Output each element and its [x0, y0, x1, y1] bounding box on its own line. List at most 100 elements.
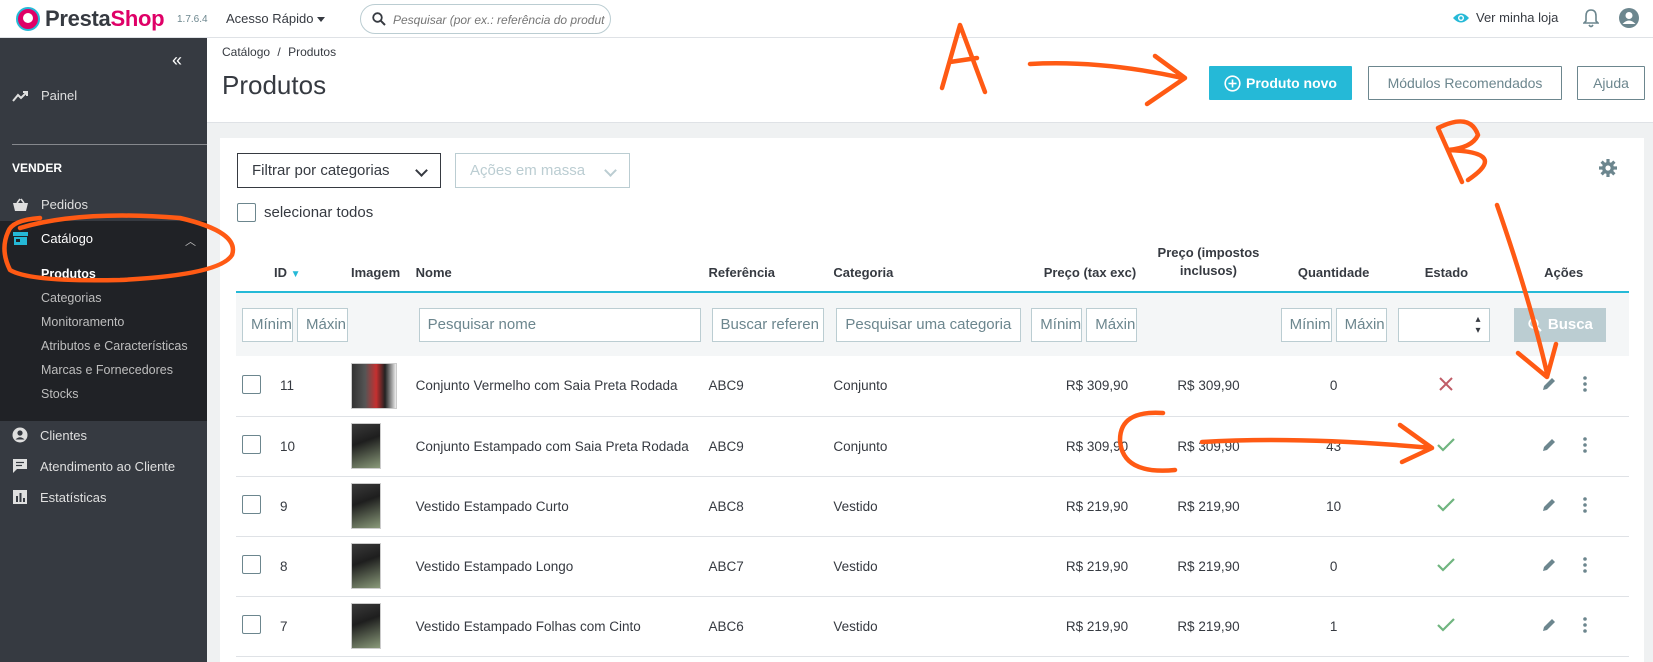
more-vertical-icon[interactable]	[1582, 376, 1587, 393]
row-status[interactable]	[1394, 356, 1499, 417]
search-name-input[interactable]: Pesquisar nome	[418, 307, 701, 342]
product-thumbnail[interactable]	[351, 603, 381, 649]
row-quantity[interactable]: 43	[1272, 416, 1395, 477]
sidebar-item-atendimento[interactable]: Atendimento ao Cliente	[12, 458, 175, 474]
check-icon[interactable]	[1436, 497, 1456, 513]
recommended-modules-button[interactable]: Módulos Recomendados	[1368, 66, 1562, 100]
chevron-up-icon[interactable]: ︿	[185, 233, 196, 249]
row-price-inc[interactable]: R$ 219,90	[1144, 536, 1273, 597]
row-product-name[interactable]: Vestido Estampado Longo	[415, 536, 709, 597]
row-product-name[interactable]: Conjunto Vermelho com Saia Preta Rodada	[415, 356, 709, 417]
check-icon[interactable]	[1436, 557, 1456, 573]
row-checkbox[interactable]	[242, 374, 261, 394]
row-status[interactable]	[1394, 416, 1499, 477]
search-reference-input[interactable]: Buscar referen	[711, 307, 824, 342]
search-button[interactable]: Busca	[1514, 307, 1607, 342]
row-checkbox[interactable]	[242, 435, 261, 454]
row-price-exc[interactable]: R$ 219,90	[1028, 476, 1145, 537]
account-icon[interactable]	[1618, 7, 1640, 29]
breadcrumb-catalogo[interactable]: Catálogo	[222, 45, 270, 59]
row-product-name[interactable]: Vestido Estampado Folhas com Cinto	[415, 596, 709, 657]
quick-access-dropdown[interactable]: Acesso Rápido	[226, 11, 326, 26]
status-select[interactable]: ▴ ▾	[1397, 307, 1490, 342]
close-icon[interactable]	[1438, 376, 1454, 392]
row-price-exc[interactable]: R$ 219,90	[1028, 596, 1145, 657]
gear-icon[interactable]	[1598, 158, 1618, 178]
sidebar-subitem-marcas[interactable]: Marcas e Fornecedores	[41, 363, 173, 377]
table-row[interactable]: 8 Vestido Estampado Longo ABC7 Vestido R$ 21…	[236, 536, 1629, 597]
product-thumbnail[interactable]	[351, 483, 381, 529]
sidebar-subitem-produtos[interactable]: Produtos	[41, 267, 96, 281]
table-row[interactable]: 10 Conjunto Estampado com Saia Preta Roda…	[236, 416, 1629, 477]
col-price-tax-exc[interactable]: Preço (tax exc)	[1028, 234, 1145, 293]
row-checkbox[interactable]	[242, 555, 261, 574]
more-vertical-icon[interactable]	[1582, 556, 1587, 573]
row-checkbox[interactable]	[242, 495, 261, 514]
sidebar-subitem-atributos[interactable]: Atributos e Características	[41, 339, 188, 353]
sidebar-subitem-categorias[interactable]: Categorias	[41, 291, 101, 305]
more-vertical-icon[interactable]	[1582, 436, 1587, 453]
search-category-input[interactable]: Pesquisar uma categoria	[836, 307, 1022, 342]
table-row[interactable]: 11 Conjunto Vermelho com Saia Preta Rodad…	[236, 356, 1629, 417]
filter-categories-dropdown[interactable]: Filtrar por categorias	[237, 153, 441, 188]
row-product-name[interactable]: Vestido Estampado Curto	[415, 476, 709, 537]
edit-pencil-icon[interactable]	[1541, 497, 1557, 513]
sidebar-subitem-stocks[interactable]: Stocks	[41, 387, 79, 401]
col-reference[interactable]: Referência	[708, 234, 834, 293]
row-price-inc[interactable]: R$ 219,90	[1144, 596, 1273, 657]
row-quantity[interactable]: 10	[1272, 476, 1395, 537]
help-button[interactable]: Ajuda	[1577, 66, 1645, 100]
edit-pencil-icon[interactable]	[1541, 376, 1557, 392]
collapse-sidebar-icon[interactable]: «	[172, 50, 182, 71]
select-all[interactable]: selecionar todos	[237, 203, 373, 222]
edit-pencil-icon[interactable]	[1541, 437, 1557, 453]
price-max-input[interactable]: Máxin	[1086, 307, 1138, 342]
sort-chevron-icon[interactable]: ▼	[291, 269, 301, 280]
row-status[interactable]	[1394, 536, 1499, 597]
price-min-input[interactable]: Mínim	[1031, 307, 1083, 342]
col-quantity[interactable]: Quantidade	[1272, 234, 1395, 293]
sidebar-item-catalogo[interactable]: Catálogo	[12, 231, 93, 246]
bulk-actions-dropdown[interactable]: Ações em massa	[455, 153, 630, 188]
notifications-bell-icon[interactable]	[1583, 9, 1599, 28]
row-price-exc[interactable]: R$ 219,90	[1028, 536, 1145, 597]
col-status[interactable]: Estado	[1394, 234, 1499, 293]
row-quantity[interactable]: 0	[1272, 536, 1395, 597]
table-row[interactable]: 9 Vestido Estampado Curto ABC8 Vestido R$ 21…	[236, 476, 1629, 537]
quantity-min-input[interactable]: Mínim	[1280, 307, 1332, 342]
more-vertical-icon[interactable]	[1582, 616, 1587, 633]
col-price-tax-inc[interactable]: Preço (impostos inclusos)	[1144, 234, 1273, 293]
product-thumbnail[interactable]	[351, 543, 381, 589]
view-store-link[interactable]: Ver minha loja	[1452, 10, 1558, 25]
row-status[interactable]	[1394, 596, 1499, 657]
sidebar-item-estatisticas[interactable]: Estatísticas	[12, 489, 106, 505]
sidebar-item-pedidos[interactable]: Pedidos	[12, 197, 88, 212]
row-checkbox[interactable]	[242, 615, 261, 634]
row-price-exc[interactable]: R$ 309,90	[1028, 416, 1145, 477]
new-product-button[interactable]: Produto novo	[1209, 66, 1352, 100]
row-price-inc[interactable]: R$ 309,90	[1144, 416, 1273, 477]
prestashop-logo[interactable]: PrestaShop	[16, 6, 165, 32]
col-name[interactable]: Nome	[415, 234, 709, 293]
sidebar-item-painel[interactable]: Painel	[12, 88, 77, 103]
select-all-checkbox[interactable]	[237, 203, 256, 222]
check-icon[interactable]	[1436, 617, 1456, 633]
edit-pencil-icon[interactable]	[1541, 617, 1557, 633]
row-price-inc[interactable]: R$ 309,90	[1144, 356, 1273, 417]
id-max-input[interactable]: Máxin	[297, 307, 348, 342]
global-search-input[interactable]	[393, 10, 605, 29]
quantity-max-input[interactable]: Máxin	[1335, 307, 1387, 342]
col-category[interactable]: Categoria	[833, 234, 1029, 293]
sidebar-subitem-monitoramento[interactable]: Monitoramento	[41, 315, 124, 329]
global-search[interactable]	[360, 4, 611, 34]
row-status[interactable]	[1394, 476, 1499, 537]
sidebar-item-clientes[interactable]: Clientes	[12, 427, 87, 443]
row-quantity[interactable]: 0	[1272, 356, 1395, 417]
table-row[interactable]: 7 Vestido Estampado Folhas com Cinto ABC6 V…	[236, 596, 1629, 657]
check-icon[interactable]	[1436, 437, 1456, 453]
product-thumbnail[interactable]	[351, 423, 381, 469]
col-id[interactable]: ID ▼	[273, 234, 351, 293]
row-price-exc[interactable]: R$ 309,90	[1028, 356, 1145, 417]
edit-pencil-icon[interactable]	[1541, 557, 1557, 573]
row-quantity[interactable]: 1	[1272, 596, 1395, 657]
